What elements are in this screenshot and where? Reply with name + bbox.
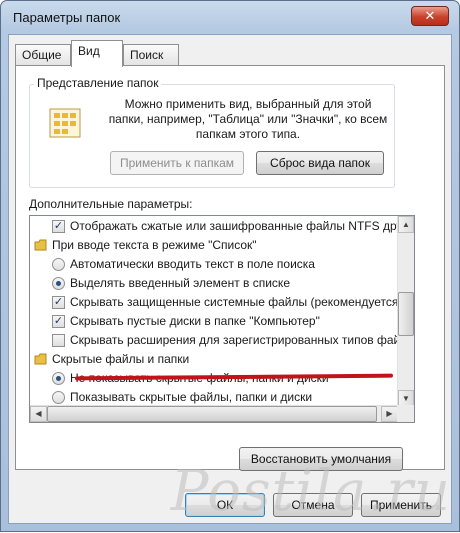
tab-search[interactable]: Поиск [123, 44, 179, 66]
scroll-up-icon[interactable]: ▲ [398, 216, 414, 233]
tab-general[interactable]: Общие [15, 44, 71, 66]
radio-checked[interactable] [52, 372, 65, 385]
vertical-scrollbar[interactable]: ▲ ▼ [397, 216, 414, 407]
radio-unchecked[interactable] [52, 258, 65, 271]
restore-defaults-button[interactable]: Восстановить умолчания [239, 447, 403, 471]
title-bar[interactable]: Параметры папок ✕ [1, 1, 459, 33]
checkbox-unchecked[interactable] [52, 334, 65, 347]
apply-button[interactable]: Применить [361, 493, 441, 517]
horizontal-scroll-thumb[interactable] [47, 406, 377, 422]
horizontal-scrollbar[interactable]: ◀ ▶ [30, 405, 398, 422]
folder-views-group: Представление папок Можно применить вид,… [29, 76, 395, 188]
dialog-client: Общие Вид Поиск Представление папок Можн… [8, 34, 452, 524]
advanced-settings-list[interactable]: ✓ Отображать сжатые или зашифрованные фа… [29, 215, 415, 423]
group-label: Представление папок [34, 76, 162, 90]
list-item-label: Выделять введенный элемент в списке [70, 276, 290, 290]
checkbox-checked[interactable]: ✓ [52, 220, 65, 233]
list-item-label: Скрытые файлы и папки [52, 352, 190, 366]
tab-view[interactable]: Вид [71, 40, 123, 67]
list-item-label: Показывать скрытые файлы, папки и диски [70, 390, 313, 404]
folder-views-icon [49, 108, 81, 138]
ok-button[interactable]: ОК [185, 493, 265, 517]
reset-folders-button[interactable]: Сброс вида папок [256, 151, 384, 175]
list-item-label: Автоматически вводить текст в поле поиск… [70, 257, 315, 271]
radio-checked[interactable] [52, 277, 65, 290]
scroll-right-icon[interactable]: ▶ [381, 406, 398, 422]
window-title: Параметры папок [13, 10, 121, 25]
apply-to-folders-button[interactable]: Применить к папкам [110, 151, 244, 175]
cancel-button[interactable]: Отмена [273, 493, 353, 517]
folder-options-window: Параметры папок ✕ Общие Вид Поиск Предст… [0, 0, 460, 532]
advanced-settings-label: Дополнительные параметры: [29, 197, 193, 211]
scroll-thumb[interactable] [398, 292, 414, 336]
close-button[interactable]: ✕ [411, 6, 449, 26]
scroll-corner [397, 405, 414, 422]
folder-icon [34, 353, 47, 365]
list-item-label: При вводе текста в режиме "Список" [52, 238, 257, 252]
folder-icon [34, 239, 47, 251]
scroll-left-icon[interactable]: ◀ [30, 406, 47, 422]
list-item-label: Скрывать защищенные системные файлы (рек… [70, 295, 403, 309]
radio-unchecked[interactable] [52, 391, 65, 404]
list-item-label: Отображать сжатые или зашифрованные файл… [70, 219, 414, 233]
close-icon: ✕ [424, 8, 436, 23]
list-item-label: Скрывать пустые диски в папке "Компьютер… [70, 314, 320, 328]
list-item-label: Скрывать расширения для зарегистрированн… [70, 333, 415, 347]
checkbox-checked[interactable]: ✓ [52, 315, 65, 328]
folder-views-description: Можно применить вид, выбранный для этой … [108, 97, 388, 141]
checkbox-checked[interactable]: ✓ [52, 296, 65, 309]
